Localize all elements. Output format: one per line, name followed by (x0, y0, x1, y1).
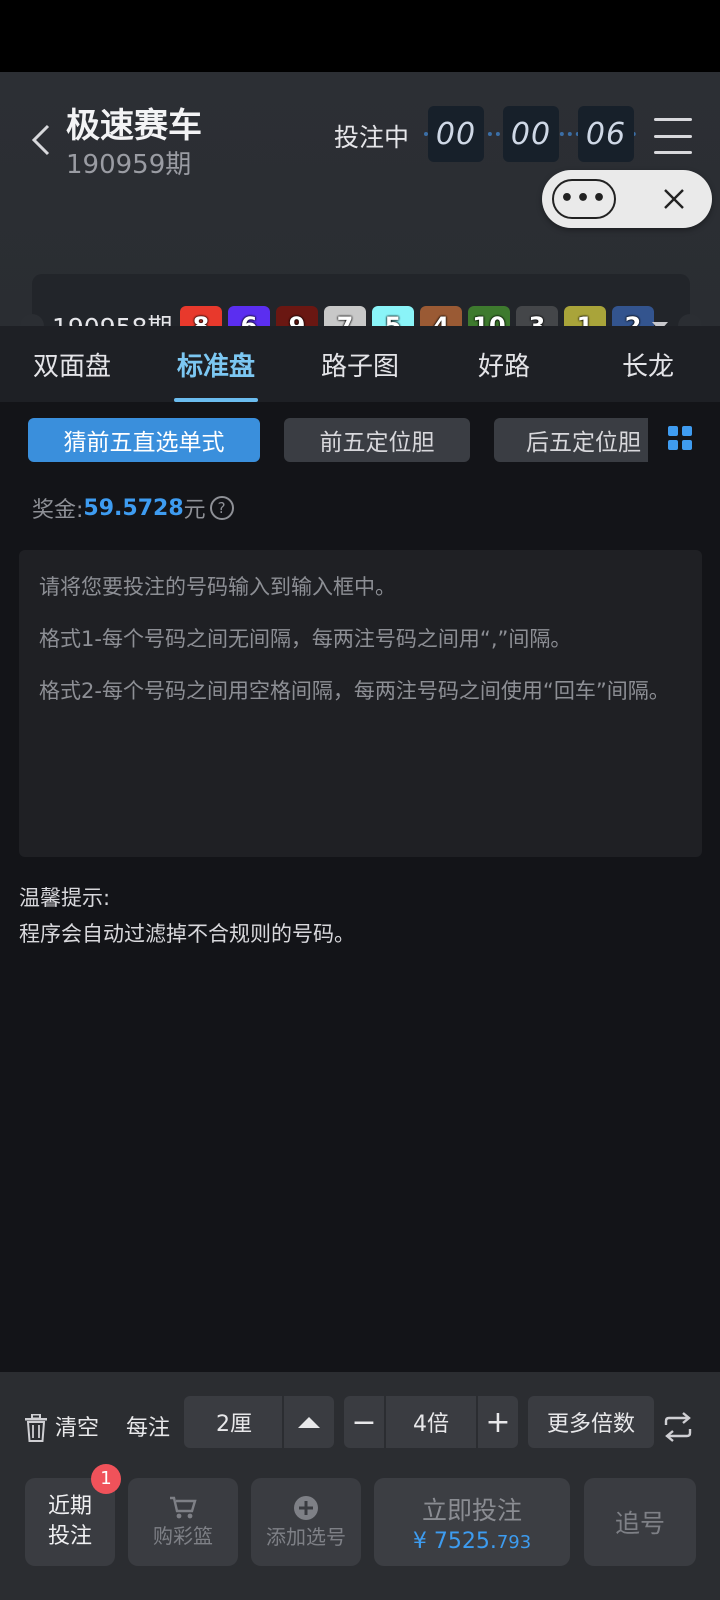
plus-button[interactable]: + (478, 1396, 518, 1448)
add-selection-button[interactable]: 添加选号 (251, 1478, 361, 1566)
tab-standard[interactable]: 标准盘 (144, 326, 288, 402)
tips: 温馨提示: 程序会自动过滤掉不合规则的号码。 (19, 880, 355, 952)
status-bar (0, 0, 720, 72)
repeat-icon[interactable] (662, 1412, 694, 1442)
bet-status: 投注中 (334, 123, 410, 152)
countdown-seconds: 06 (578, 106, 634, 162)
page-title: 极速赛车 (66, 106, 202, 146)
bottom-bar: 清空 每注 2厘 − 4倍 + 更多倍数 近期 投注 1 购彩篮 添加选号 立即… (0, 1372, 720, 1600)
add-selection-label: 添加选号 (266, 1524, 346, 1549)
instruction-line: 格式1-每个号码之间无间隔，每两注号码之间用“,”间隔。 (39, 627, 572, 651)
cart-button[interactable]: 购彩篮 (128, 1478, 238, 1566)
multiplier-value[interactable]: 4倍 (386, 1396, 476, 1448)
trash-icon[interactable] (24, 1414, 48, 1442)
grid-icon[interactable] (668, 426, 692, 450)
close-button[interactable] (654, 179, 694, 219)
help-icon[interactable]: ? (209, 496, 234, 520)
bet-now-button[interactable]: 立即投注 ¥ 7525.793 (374, 1478, 570, 1566)
bet-controls: 清空 每注 2厘 − 4倍 + 更多倍数 (0, 1372, 720, 1458)
clear-button[interactable]: 清空 (55, 1410, 99, 1442)
instruction-line: 请将您要投注的号码输入到输入框中。 (39, 575, 396, 599)
tab-trend-chart[interactable]: 路子图 (288, 326, 432, 402)
recent-bets-button[interactable]: 近期 投注 1 (25, 1464, 121, 1566)
bet-now-label: 立即投注 (421, 1495, 522, 1525)
prize-amount: 59.5728 (83, 495, 184, 521)
subtab-top5-position[interactable]: 前五定位胆 (284, 418, 470, 462)
sub-play-tabs: 猜前五直选单式 前五定位胆 后五定位胆 (28, 418, 648, 462)
subtab-guess-top5-single[interactable]: 猜前五直选单式 (28, 418, 260, 462)
back-button[interactable] (26, 118, 56, 162)
countdown-minutes: 00 (503, 106, 559, 162)
countdown-timer: 00 00 06 (424, 106, 636, 162)
recent-bets-label-2: 投注 (47, 1524, 92, 1549)
menu-icon[interactable] (654, 116, 692, 156)
per-bet-label: 每注 (126, 1416, 171, 1441)
subtab-last5-position[interactable]: 后五定位胆 (494, 418, 648, 462)
tab-two-sided[interactable]: 双面盘 (0, 326, 144, 402)
more-options-button[interactable]: ••• (552, 179, 616, 219)
mini-program-capsule: ••• (542, 170, 712, 228)
number-input-area[interactable]: 请将您要投注的号码输入到输入框中。 格式1-每个号码之间无间隔，每两注号码之间用… (19, 550, 702, 857)
countdown-hours: 00 (428, 106, 484, 162)
current-period: 190959期 (66, 150, 192, 180)
bet-total: ¥ 7525.793 (412, 1528, 532, 1554)
chevron-left-icon (31, 124, 50, 156)
plus-circle-icon (294, 1495, 318, 1520)
chase-number-button[interactable]: 追号 (584, 1478, 696, 1566)
minus-button[interactable]: − (344, 1396, 384, 1448)
tips-title: 温馨提示: (19, 886, 111, 910)
prize-info: 奖金: 59.5728 元 ? (32, 492, 234, 524)
close-icon (664, 189, 684, 209)
prize-unit: 元 (183, 498, 206, 523)
triangle-up-icon (298, 1416, 320, 1428)
tab-long-dragon[interactable]: 长龙 (576, 326, 720, 402)
unit-dropdown-button[interactable] (284, 1396, 334, 1448)
more-multiplier-button[interactable]: 更多倍数 (528, 1396, 654, 1448)
recent-bets-label-1: 近期 (47, 1494, 92, 1519)
cart-label: 购彩篮 (153, 1523, 213, 1548)
action-buttons: 近期 投注 1 购彩篮 添加选号 立即投注 ¥ 7525.793 追号 (0, 1464, 720, 1568)
prize-label: 奖金: (32, 498, 84, 523)
unit-value: 2厘 (216, 1412, 252, 1437)
cart-icon (170, 1496, 197, 1518)
instruction-line: 格式2-每个号码之间用空格间隔，每两注号码之间使用“回车”间隔。 (39, 679, 670, 703)
play-type-tabs: 双面盘 标准盘 路子图 好路 长龙 (0, 326, 720, 402)
notification-badge: 1 (91, 1464, 121, 1494)
tips-text: 程序会自动过滤掉不合规则的号码。 (19, 922, 355, 946)
tab-good-trend[interactable]: 好路 (432, 326, 576, 402)
